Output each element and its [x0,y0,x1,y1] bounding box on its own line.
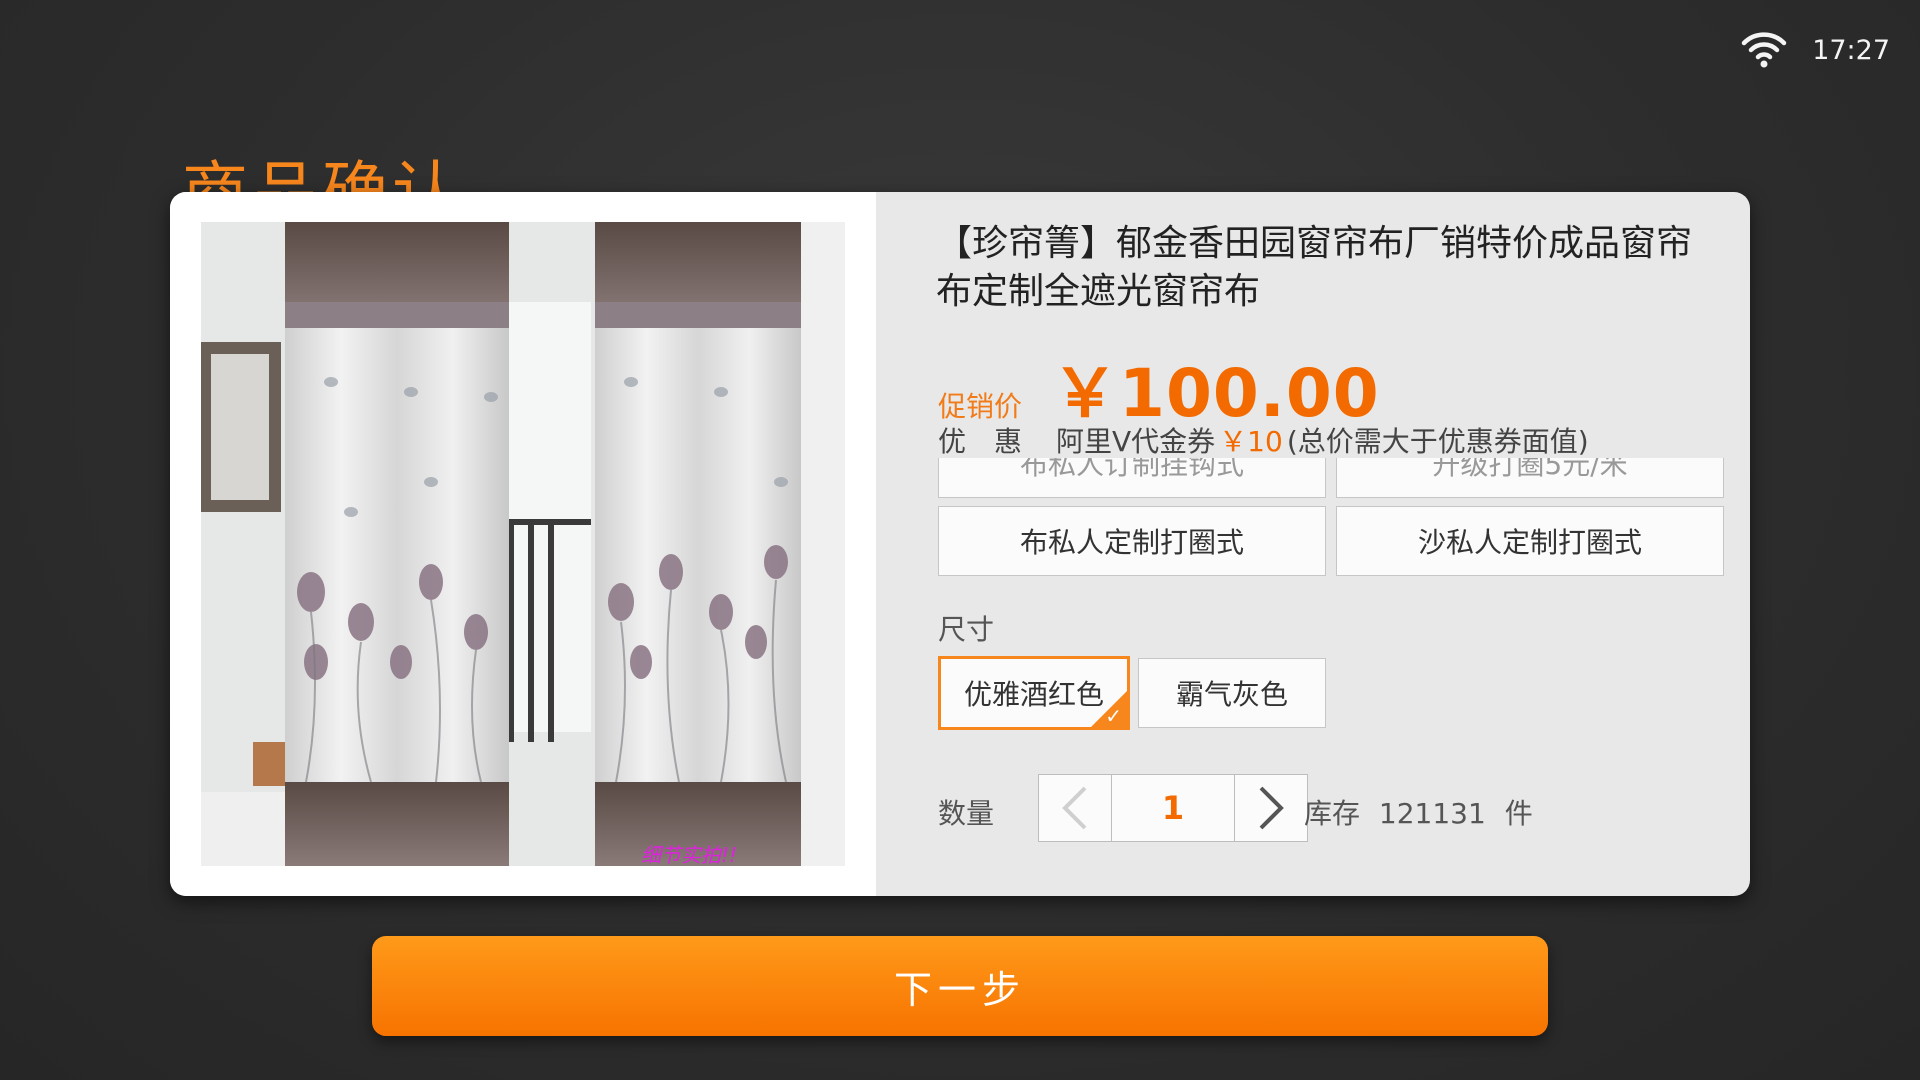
chevron-right-icon [1259,786,1284,830]
coupon-row: 优惠 阿里V代金券 ￥10 (总价需大于优惠券面值) [938,420,1589,460]
coupon-amount: ￥10 [1219,425,1283,458]
coupon-label: 优惠 [938,425,1051,458]
detail-panel: 【珍帘箐】郁金香田园窗帘布厂销特价成品窗帘布定制全遮光窗帘布 促销价 ￥100.… [876,192,1750,896]
svg-text:细节实拍!!: 细节实拍!! [641,843,737,866]
options-row-clipped: 布私人订制挂钩式 升级打圈5元/米 [938,458,1728,498]
size-option-gray[interactable]: 霸气灰色 [1138,658,1326,728]
checkmark-icon: ✓ [1105,704,1122,728]
style-option-hook[interactable]: 布私人订制挂钩式 [938,458,1326,498]
stock-count: 121131 [1378,797,1486,830]
status-time: 17:27 [1812,34,1890,66]
size-option-label: 优雅酒红色 [963,678,1104,711]
style-option-sand-ring[interactable]: 沙私人定制打圈式 [1336,506,1724,576]
decrement-button[interactable] [1038,774,1112,842]
curtain-photo: 细节实拍!! [201,222,845,866]
quantity-label: 数量 [938,797,995,830]
options-scroll-area[interactable]: 布私人订制挂钩式 升级打圈5元/米 布私人定制打圈式 沙私人定制打圈式 尺寸 优… [938,458,1728,788]
wifi-icon [1741,32,1787,68]
coupon-name: 阿里V代金券 [1056,425,1216,458]
product-title: 【珍帘箐】郁金香田园窗帘布厂销特价成品窗帘布定制全遮光窗帘布 [936,223,1693,312]
status-bar: 17:27 [1740,30,1890,70]
size-label: 尺寸 [938,613,995,646]
style-option-cloth-ring[interactable]: 布私人定制打圈式 [938,506,1326,576]
chevron-left-icon [1062,786,1087,830]
quantity-stepper: 1 [1038,774,1308,842]
increment-button[interactable] [1234,774,1308,842]
product-image: 细节实拍!! [201,222,845,866]
stock-unit: 件 [1504,797,1533,830]
quantity-input[interactable]: 1 [1112,774,1234,842]
product-card: 细节实拍!! 【珍帘箐】郁金香田园窗帘布厂销特价成品窗帘布定制全遮光窗帘布 促销… [170,192,1750,896]
next-step-button[interactable]: 下一步 [372,936,1548,1036]
image-panel: 细节实拍!! [170,192,876,896]
stock-info: 库存 121131 件 [1304,792,1533,832]
price-label: 促销价 [938,390,1023,423]
stock-label: 库存 [1304,797,1361,830]
coupon-note: (总价需大于优惠券面值) [1286,425,1589,458]
style-option-upgrade[interactable]: 升级打圈5元/米 [1336,458,1724,498]
size-option-wine-red[interactable]: 优雅酒红色 ✓ [938,656,1130,730]
